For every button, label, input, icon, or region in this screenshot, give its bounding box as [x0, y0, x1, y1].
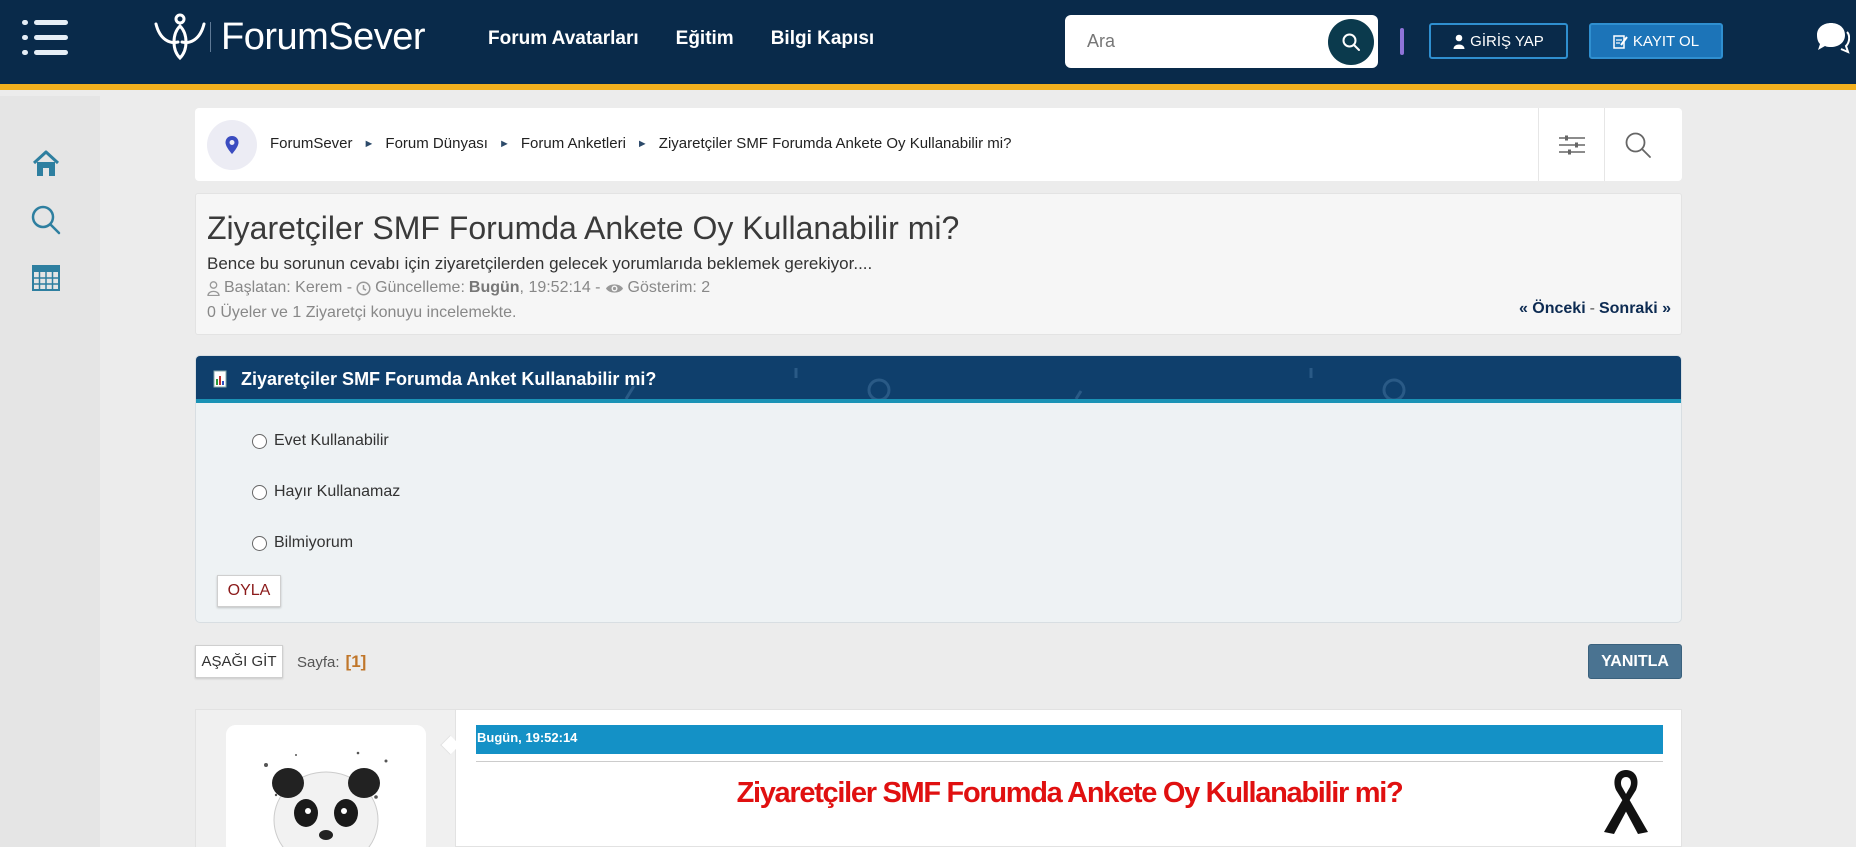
mourning-ribbon-icon	[1604, 770, 1648, 834]
go-down-button[interactable]: AŞAĞI GİT	[195, 645, 283, 678]
map-pin-icon	[207, 120, 257, 170]
register-label: KAYIT OL	[1632, 32, 1700, 50]
avatar[interactable]	[226, 725, 426, 847]
poll-header: Ziyaretçiler SMF Forumda Anket Kullanabi…	[196, 356, 1681, 403]
nav-knowledge-gate[interactable]: Bilgi Kapısı	[771, 28, 874, 50]
poll-option-1-label: Evet Kullanabilir	[274, 432, 389, 449]
poll-box: Ziyaretçiler SMF Forumda Anket Kullanabi…	[195, 355, 1682, 623]
breadcrumb-item-polls[interactable]: Forum Anketleri	[521, 135, 626, 152]
breadcrumb-arrow-icon: ►	[498, 137, 510, 150]
next-topic-link[interactable]: Sonraki »	[1599, 300, 1671, 317]
breadcrumb: ForumSever ► Forum Dünyası ► Forum Anket…	[270, 135, 1011, 152]
pages-label: Sayfa:	[297, 653, 340, 671]
filter-button[interactable]	[1538, 108, 1604, 181]
topic-navigation: « Önceki - Sonraki »	[1519, 300, 1671, 318]
topic-description: Bence bu sorunun cevabı için ziyaretçile…	[207, 254, 873, 273]
panda-avatar-image	[226, 725, 426, 847]
breadcrumb-bar: ForumSever ► Forum Dünyası ► Forum Anket…	[195, 108, 1682, 181]
poll-title: Ziyaretçiler SMF Forumda Anket Kullanabi…	[241, 369, 657, 389]
post-date: Bugün, 19:52:14	[476, 725, 1663, 754]
user-icon	[1453, 34, 1465, 49]
edit-icon	[1613, 34, 1628, 49]
site-logo[interactable]: ForumSever	[152, 12, 426, 62]
sliders-icon	[1558, 135, 1585, 154]
search-icon	[1342, 33, 1360, 51]
header-divider	[1400, 28, 1404, 55]
hamburger-icon[interactable]	[22, 20, 68, 56]
search-icon	[1625, 132, 1651, 158]
poll-option-3-label: Bilmiyorum	[274, 534, 354, 551]
post-author-panel	[196, 710, 456, 847]
poll-icon	[213, 370, 227, 388]
reply-button[interactable]: YANITLA	[1588, 644, 1682, 679]
poll-option-3-radio[interactable]	[252, 535, 267, 551]
top-header: ForumSever Forum Avatarları Eğitim Bilgi…	[0, 0, 1856, 90]
breadcrumb-item-forum-world[interactable]: Forum Dünyası	[385, 135, 488, 152]
topic-viewers: 0 Üyeler ve 1 Ziyaretçi konuyu incelemek…	[207, 304, 517, 321]
eye-icon	[605, 283, 623, 293]
post-container: Bugün, 19:52:14 Ziyaretçiler SMF Forumda…	[195, 709, 1682, 847]
clock-icon	[356, 280, 371, 296]
search-button[interactable]	[1328, 19, 1374, 65]
topic-updated-day: Bugün	[468, 279, 520, 296]
topic-updated-label: Güncelleme:	[375, 279, 465, 296]
poll-option-1-radio[interactable]	[252, 433, 267, 449]
breadcrumb-item-topic[interactable]: Ziyaretçiler SMF Forumda Ankete Oy Kulla…	[659, 135, 1012, 152]
topic-updated-time: , 19:52:14 -	[519, 279, 601, 296]
poll-option-3[interactable]: Bilmiyorum	[252, 534, 353, 552]
post-heading: Ziyaretçiler SMF Forumda Ankete Oy Kulla…	[736, 777, 1404, 809]
topic-starter: Başlatan: Kerem -	[224, 279, 353, 296]
crumb-search-button[interactable]	[1604, 108, 1670, 181]
nav-education[interactable]: Eğitim	[676, 28, 734, 50]
chat-icon[interactable]	[1814, 20, 1850, 54]
breadcrumb-item-home[interactable]: ForumSever	[270, 135, 353, 152]
breadcrumb-arrow-icon: ►	[363, 137, 375, 150]
topic-header: Ziyaretçiler SMF Forumda Ankete Oy Kulla…	[195, 193, 1682, 335]
calendar-icon[interactable]	[30, 261, 62, 293]
poll-option-1[interactable]: Evet Kullanabilir	[252, 432, 389, 450]
page-title: Ziyaretçiler SMF Forumda Ankete Oy Kulla…	[207, 210, 960, 246]
login-button[interactable]: GİRİŞ YAP	[1429, 23, 1568, 59]
previous-topic-link[interactable]: « Önceki	[1519, 300, 1586, 317]
top-nav: Forum Avatarları Eğitim Bilgi Kapısı	[488, 28, 874, 50]
search-input[interactable]	[1087, 27, 1307, 55]
topic-meta: Başlatan: Kerem - Güncelleme: Bugün, 19:…	[207, 279, 710, 297]
poll-option-2[interactable]: Hayır Kullanamaz	[252, 483, 400, 501]
breadcrumb-arrow-icon: ►	[636, 137, 648, 150]
search-icon[interactable]	[30, 204, 62, 236]
user-icon	[207, 280, 220, 296]
poll-option-2-label: Hayır Kullanamaz	[274, 483, 401, 500]
header-search	[1065, 15, 1378, 68]
logo-icon	[154, 13, 206, 61]
nav-separator: -	[1589, 300, 1595, 317]
login-label: GİRİŞ YAP	[1470, 32, 1544, 50]
post-divider	[476, 761, 1663, 762]
topic-views: Gösterim: 2	[627, 279, 711, 296]
poll-option-2-radio[interactable]	[252, 484, 267, 500]
left-sidebar	[0, 96, 100, 847]
vote-button[interactable]: OYLA	[217, 575, 281, 607]
nav-forum-avatars[interactable]: Forum Avatarları	[488, 28, 639, 50]
logo-text: ForumSever	[221, 15, 426, 58]
current-page: [1]	[345, 652, 367, 671]
register-button[interactable]: KAYIT OL	[1589, 23, 1723, 59]
home-icon[interactable]	[30, 148, 62, 180]
pagination: Sayfa: [1]	[297, 652, 366, 672]
